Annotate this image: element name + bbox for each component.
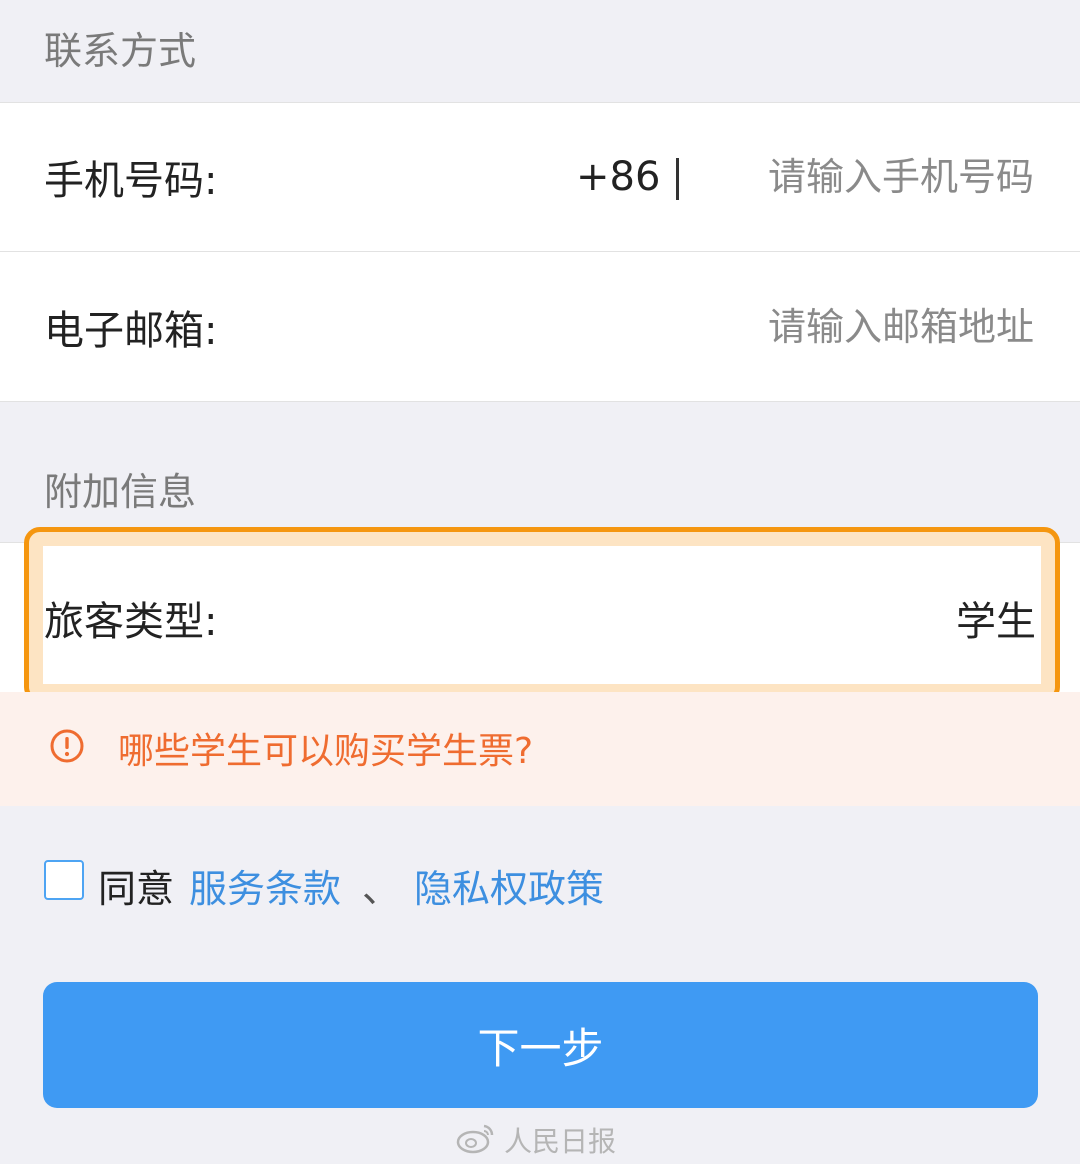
agree-prefix: 同意 [98, 867, 175, 911]
extra-section-header: 附加信息 [0, 403, 1080, 543]
phone-input[interactable] [732, 154, 1036, 200]
passenger-type-label: 旅客类型: [44, 598, 218, 645]
agree-checkbox[interactable] [44, 860, 84, 900]
email-label: 电子邮箱: [44, 307, 218, 354]
passenger-type-row[interactable]: 旅客类型: 学生 [0, 542, 1080, 692]
privacy-policy-link[interactable]: 隐私权政策 [414, 858, 604, 913]
watermark-text: 人民日报 [504, 1125, 617, 1158]
country-code-divider [676, 158, 679, 200]
contact-section-header: 联系方式 [0, 0, 1080, 102]
phone-label: 手机号码: [44, 158, 218, 204]
terms-of-service-link[interactable]: 服务条款 [189, 858, 341, 913]
email-input[interactable] [732, 303, 1036, 350]
passenger-type-value[interactable]: 学生 [956, 589, 1036, 647]
extra-section-title: 附加信息 [44, 470, 197, 514]
student-ticket-link[interactable]: 哪些学生可以购买学生票? [118, 722, 533, 774]
contact-section-title: 联系方式 [44, 29, 197, 73]
student-ticket-notice[interactable]: 哪些学生可以购买学生票? [0, 692, 1080, 806]
weibo-logo-icon [456, 1124, 494, 1154]
country-code-selector[interactable]: +86 [576, 154, 660, 200]
link-separator: 、 [362, 867, 401, 911]
next-step-button[interactable]: 下一步 [43, 982, 1038, 1108]
phone-row: 手机号码: +86 [0, 102, 1080, 252]
email-row: 电子邮箱: [0, 252, 1080, 402]
warning-circle-icon [50, 729, 84, 763]
